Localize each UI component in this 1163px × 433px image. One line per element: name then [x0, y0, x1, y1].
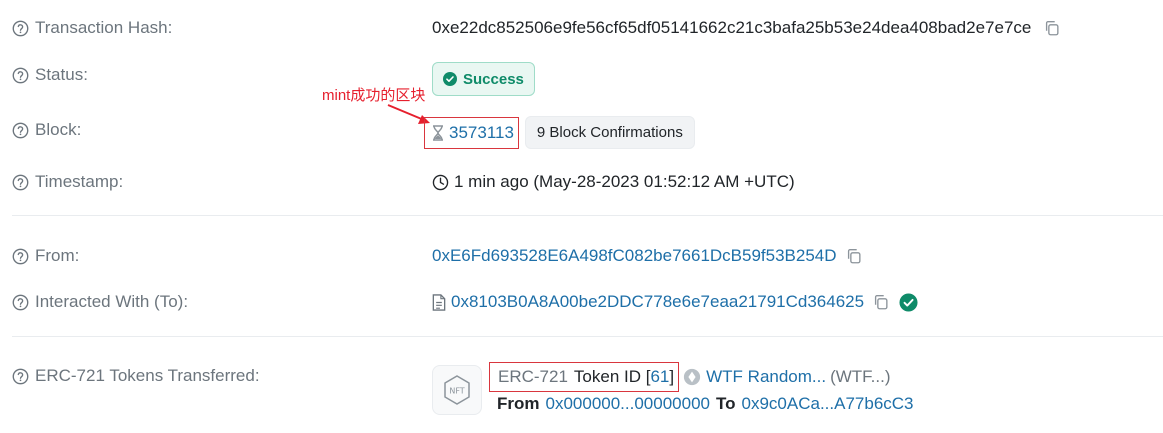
to-contract-link[interactable]: 0x8103B0A8A00be2DDC778e6e7eaa21791Cd3646… [451, 292, 864, 312]
help-circle-icon[interactable] [12, 174, 29, 191]
token-standard: ERC-721 [498, 367, 568, 386]
row-transaction-hash: Transaction Hash: 0xe22dc852506e9fe56cf6… [0, 14, 1163, 42]
hourglass-icon [433, 124, 443, 141]
copy-icon[interactable] [1043, 19, 1061, 37]
block-label: Block: [12, 120, 81, 140]
block-value-group: 3573113 9 Block Confirmations [424, 116, 695, 149]
from-address-link[interactable]: 0xE6Fd693528E6A498fC082be7661DcB59f53B25… [432, 246, 837, 266]
transfer-from-label: From [497, 394, 540, 413]
block-number-link[interactable]: 3573113 [449, 123, 514, 143]
from-label: From: [12, 246, 79, 266]
help-circle-icon[interactable] [12, 122, 29, 139]
transfer-from-address[interactable]: 0x000000...00000000 [546, 394, 711, 414]
row-status: Status: Success [0, 60, 1163, 100]
tx-hash-label-text: Transaction Hash: [35, 18, 173, 37]
token-id-link[interactable]: 61 [650, 367, 669, 387]
erc721-label: ERC-721 Tokens Transferred: [12, 366, 260, 386]
check-circle-icon [443, 72, 457, 86]
to-label-text: Interacted With (To): [35, 292, 189, 311]
erc721-label-text: ERC-721 Tokens Transferred: [35, 366, 260, 385]
contract-file-icon [432, 293, 446, 311]
timestamp-label: Timestamp: [12, 172, 123, 192]
token-symbol: (WTF...) [830, 367, 891, 386]
copy-icon[interactable] [872, 293, 890, 311]
token-logo-icon [684, 368, 701, 386]
help-circle-icon[interactable] [12, 294, 29, 311]
help-circle-icon[interactable] [12, 67, 29, 84]
block-confirmations-badge: 9 Block Confirmations [524, 116, 695, 149]
token-id-highlight: ERC-721 Token ID [ 61 ] [489, 362, 680, 392]
from-value-group: 0xE6Fd693528E6A498fC082be7661DcB59f53B25… [432, 246, 863, 266]
timestamp-value: 1 min ago (May-28-2023 01:52:12 AM +UTC) [454, 172, 795, 191]
status-badge: Success [432, 62, 535, 96]
status-label: Status: [12, 65, 88, 85]
row-from: From: 0xE6Fd693528E6A498fC082be7661DcB59… [0, 242, 1163, 270]
tx-hash-value: 0xe22dc852506e9fe56cf65df05141662c21c3ba… [432, 18, 1032, 37]
tx-hash-value-group: 0xe22dc852506e9fe56cf65df05141662c21c3ba… [432, 18, 1061, 38]
timestamp-label-text: Timestamp: [35, 172, 124, 191]
transfer-to-label: To [716, 394, 736, 413]
from-label-text: From: [35, 246, 80, 265]
status-value-group: Success [432, 62, 535, 96]
to-value-group: 0x8103B0A8A00be2DDC778e6e7eaa21791Cd3646… [432, 292, 918, 312]
help-circle-icon[interactable] [12, 368, 29, 385]
row-timestamp: Timestamp: 1 min ago (May-28-2023 01:52:… [0, 168, 1163, 196]
status-badge-text: Success [463, 70, 524, 88]
nft-hexagon-icon: NFT [444, 375, 470, 405]
row-block: Block: 3573113 9 Block Confirmations [0, 116, 1163, 150]
copy-icon[interactable] [845, 247, 863, 265]
section-divider [12, 336, 1163, 337]
timestamp-value-group: 1 min ago (May-28-2023 01:52:12 AM +UTC) [432, 172, 795, 192]
clock-icon [432, 174, 449, 190]
tx-hash-label: Transaction Hash: [12, 18, 172, 38]
help-circle-icon[interactable] [12, 248, 29, 265]
transfer-to-address[interactable]: 0x9c0ACa...A77b6cC3 [742, 394, 914, 414]
token-id-prefix: Token ID [ [573, 367, 651, 386]
nft-thumbnail[interactable]: NFT [432, 365, 482, 415]
token-id-suffix: ] [669, 367, 675, 386]
help-circle-icon[interactable] [12, 20, 29, 37]
block-number-highlight: 3573113 [424, 116, 519, 149]
to-label: Interacted With (To): [12, 292, 188, 312]
erc721-transfer-line: From 0x000000...00000000 To 0x9c0ACa...A… [497, 394, 914, 414]
verified-check-icon [899, 292, 918, 312]
row-interacted-with: Interacted With (To): 0x8103B0A8A00be2DD… [0, 288, 1163, 316]
erc721-token-line: ERC-721 Token ID [ 61 ] WTF Random... (W… [489, 362, 891, 392]
svg-text:NFT: NFT [449, 387, 464, 396]
status-label-text: Status: [35, 65, 88, 84]
token-name-link[interactable]: WTF Random... [706, 367, 826, 387]
block-label-text: Block: [35, 120, 82, 139]
section-divider [12, 215, 1163, 216]
